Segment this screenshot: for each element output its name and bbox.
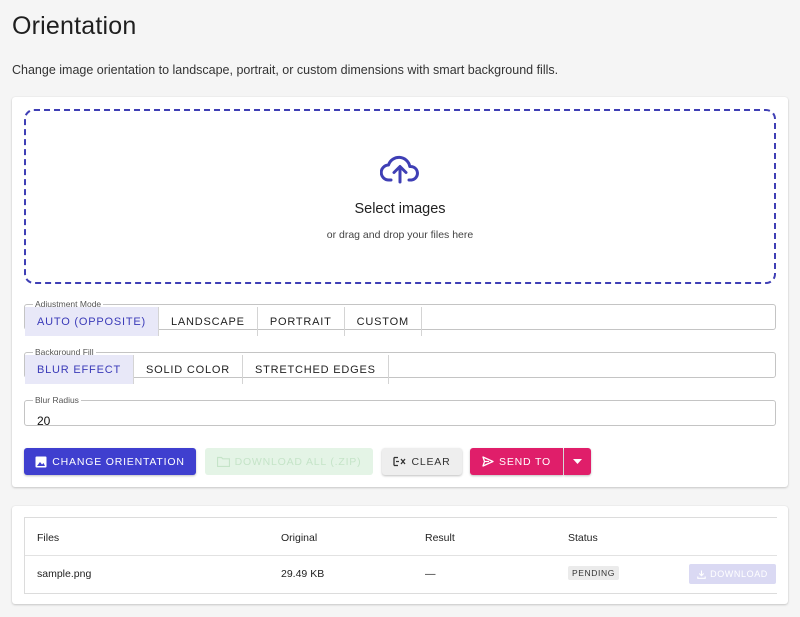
status-badge: PENDING xyxy=(568,566,619,580)
clear-list-icon xyxy=(393,456,406,467)
page-title: Orientation xyxy=(12,12,137,40)
caret-down-icon xyxy=(573,459,582,464)
fill-stretched-edges[interactable]: STRETCHED EDGES xyxy=(243,355,389,384)
upload-subtitle: or drag and drop your files here xyxy=(326,229,474,241)
mode-landscape[interactable]: LANDSCAPE xyxy=(159,307,258,336)
mode-portrait[interactable]: PORTRAIT xyxy=(258,307,345,336)
download-icon xyxy=(697,570,706,579)
adjustment-mode-toggle: AUTO (OPPOSITE) LANDSCAPE PORTRAIT CUSTO… xyxy=(25,307,422,336)
change-orientation-button[interactable]: CHANGE ORIENTATION xyxy=(24,448,196,475)
cloud-upload-icon xyxy=(380,155,419,184)
fill-blur-effect[interactable]: BLUR EFFECT xyxy=(25,355,134,384)
header-original: Original xyxy=(281,532,318,544)
file-name-cell: sample.png xyxy=(37,568,92,580)
download-file-button[interactable]: DOWNLOAD xyxy=(689,564,776,584)
download-all-button[interactable]: DOWNLOAD ALL (.ZIP) xyxy=(205,448,373,475)
header-status: Status xyxy=(568,532,598,544)
send-to-label: SEND TO xyxy=(499,455,551,468)
upload-dropzone[interactable]: Select images or drag and drop your file… xyxy=(24,109,776,284)
files-card: Files Original Result Status sample.png … xyxy=(12,506,788,604)
orientation-card: Select images or drag and drop your file… xyxy=(12,97,788,487)
header-divider xyxy=(25,555,777,556)
clear-label: CLEAR xyxy=(411,455,451,468)
send-icon xyxy=(482,456,494,467)
clear-button[interactable]: CLEAR xyxy=(382,448,462,475)
original-size-cell: 29.49 KB xyxy=(281,568,325,580)
download-all-label: DOWNLOAD ALL (.ZIP) xyxy=(234,455,362,468)
mode-auto-opposite[interactable]: AUTO (OPPOSITE) xyxy=(25,307,159,336)
upload-title: Select images xyxy=(354,201,446,217)
blur-radius-input[interactable]: 20 xyxy=(37,414,50,428)
page-description: Change image orientation to landscape, p… xyxy=(12,63,559,77)
send-to-dropdown-button[interactable] xyxy=(564,448,591,475)
folder-zip-icon xyxy=(216,456,230,467)
mode-custom[interactable]: CUSTOM xyxy=(345,307,422,336)
fill-solid-color[interactable]: SOLID COLOR xyxy=(134,355,243,384)
background-fill-toggle: BLUR EFFECT SOLID COLOR STRETCHED EDGES xyxy=(25,355,389,384)
blur-radius-field[interactable]: Blur Radius 20 xyxy=(24,395,776,428)
files-table: Files Original Result Status sample.png … xyxy=(24,517,777,594)
download-file-label: DOWNLOAD xyxy=(710,569,768,579)
header-files: Files xyxy=(37,532,60,544)
adjustment-mode-group: Adjustment Mode AUTO (OPPOSITE) LANDSCAP… xyxy=(24,300,776,336)
image-icon xyxy=(35,456,47,467)
header-result: Result xyxy=(425,532,455,544)
background-fill-group: Background Fill BLUR EFFECT SOLID COLOR … xyxy=(24,348,776,384)
change-orientation-label: CHANGE ORIENTATION xyxy=(52,455,185,468)
result-cell: — xyxy=(425,568,436,580)
blur-radius-legend: Blur Radius xyxy=(35,395,79,405)
send-to-button[interactable]: SEND TO xyxy=(470,448,563,475)
